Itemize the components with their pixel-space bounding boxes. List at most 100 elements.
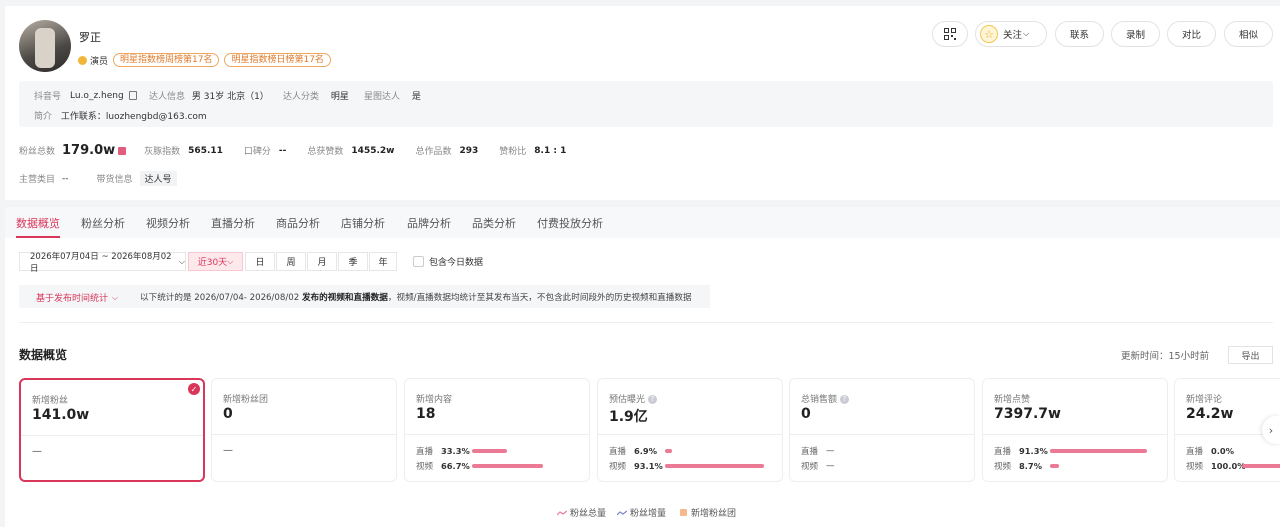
info-value: 男 31岁 北京（1） xyxy=(191,92,269,102)
row-percent: 6.9% xyxy=(634,446,658,456)
live-row: 直播 — xyxy=(801,445,835,457)
similar-button[interactable]: 相似 xyxy=(1224,21,1273,47)
goods-value: 达人号 xyxy=(139,171,177,186)
card-estimated-exposure[interactable]: 预估曝光 ? 1.9亿 直播 6.9% 视频 93.1% xyxy=(597,378,783,482)
recent-30-days[interactable]: 近30天 ⌵ xyxy=(188,252,243,271)
period-week[interactable]: 周 xyxy=(276,252,306,271)
card-divider xyxy=(405,434,589,435)
card-divider xyxy=(983,434,1167,435)
period-quarter[interactable]: 季 xyxy=(338,252,368,271)
live-row: 直播 33.3% xyxy=(416,445,507,457)
export-button[interactable]: 导出 xyxy=(1228,346,1273,364)
card-title: 总销售额 xyxy=(801,395,838,405)
tab-paid[interactable]: 付费投放分析 xyxy=(537,215,603,231)
stat-basis-dropdown[interactable]: 基于发布时间统计 ⌵ xyxy=(36,291,118,305)
row-percent: 33.3% xyxy=(441,446,470,456)
include-today-checkbox[interactable]: 包含今日数据 xyxy=(413,255,483,268)
card-total-sales[interactable]: 总销售额 ? 0 直播 — 视频 — xyxy=(789,378,975,482)
card-divider xyxy=(212,434,396,435)
tab-overview[interactable]: 数据概览 xyxy=(16,215,60,231)
tab-brand[interactable]: 品牌分析 xyxy=(407,215,451,231)
card-title: 新增点赞 xyxy=(994,395,1031,405)
trend-icon[interactable] xyxy=(118,146,127,155)
legend-fans-total[interactable]: 粉丝总量 xyxy=(557,506,606,519)
copy-icon[interactable] xyxy=(128,91,137,100)
compare-button[interactable]: 对比 xyxy=(1167,21,1216,47)
fans-label: 粉丝总数 xyxy=(19,147,56,157)
tab-live[interactable]: 直播分析 xyxy=(211,215,255,231)
legend-fan-club[interactable]: 新增粉丝团 xyxy=(680,506,736,519)
card-value: 18 xyxy=(416,406,436,422)
intro-value: 工作联系：luozhengbd@163.com xyxy=(60,112,207,122)
category-value: 明星 xyxy=(330,92,349,102)
update-label: 更新时间： xyxy=(1121,351,1169,362)
period-year[interactable]: 年 xyxy=(369,252,397,271)
date-range-value: 2026年07月04日 ~ 2026年08月02日 xyxy=(30,251,172,274)
legend-fans-increase[interactable]: 粉丝增量 xyxy=(617,506,666,519)
row-percent: 66.7% xyxy=(441,461,470,471)
video-row: 视频 66.7% xyxy=(416,460,543,472)
period-day[interactable]: 日 xyxy=(245,252,275,271)
tab-goods[interactable]: 商品分析 xyxy=(276,215,320,231)
tab-shop[interactable]: 店铺分析 xyxy=(341,215,385,231)
card-title-row: 预估曝光 ? xyxy=(609,392,657,405)
row-bar xyxy=(472,449,507,453)
card-new-likes[interactable]: 新增点赞 7397.7w 直播 91.3% 视频 8.7% xyxy=(982,378,1168,482)
help-icon[interactable]: ? xyxy=(647,395,657,404)
period-month[interactable]: 月 xyxy=(307,252,337,271)
contact-button[interactable]: 联系 xyxy=(1055,21,1104,47)
works-value: 293 xyxy=(459,145,479,156)
profile-role-row: 演员 明星指数榜周榜第17名 明星指数榜日榜第17名 xyxy=(78,53,331,67)
live-row: 直播 6.9% xyxy=(609,445,672,457)
row-percent: 100.0% xyxy=(1211,461,1246,471)
follow-button[interactable]: ☆ 关注 ⌵ xyxy=(975,21,1047,47)
row-label: 直播 xyxy=(994,447,1012,457)
info-box xyxy=(19,81,1273,127)
card-divider xyxy=(21,435,203,436)
help-icon[interactable]: ? xyxy=(839,395,849,404)
row-percent: — xyxy=(826,461,835,471)
card-divider xyxy=(598,434,782,435)
bar-legend-icon xyxy=(680,509,687,516)
grey-index-label: 灰豚指数 xyxy=(144,147,181,157)
likes-label: 总获赞数 xyxy=(307,147,344,157)
card-value: 24.2w xyxy=(1186,406,1234,422)
chevron-down-icon: ⌵ xyxy=(1023,29,1030,38)
avatar[interactable] xyxy=(19,20,71,72)
rank-tag-day[interactable]: 明星指数榜日榜第17名 xyxy=(224,53,331,67)
card-new-fan-club[interactable]: 新增粉丝团 0 — xyxy=(211,378,397,482)
qrcode-icon xyxy=(944,28,956,40)
row-label: 直播 xyxy=(801,447,819,457)
category-info-row: 主营类目 -- 带货信息 达人号 xyxy=(19,171,177,186)
section-title: 数据概览 xyxy=(19,348,68,362)
card-new-content[interactable]: 新增内容 18 直播 33.3% 视频 66.7% xyxy=(404,378,590,482)
live-row: 直播 0.0% xyxy=(1186,445,1242,457)
row-percent: 8.7% xyxy=(1019,461,1043,471)
tab-fans[interactable]: 粉丝分析 xyxy=(81,215,125,231)
info-row: 达人信息 男 31岁 北京（1） xyxy=(149,89,269,102)
row-percent: 91.3% xyxy=(1019,446,1048,456)
video-row: 视频 100.0% xyxy=(1186,460,1280,472)
star-label: 星图达人 xyxy=(364,92,401,102)
tab-category[interactable]: 品类分析 xyxy=(472,215,516,231)
stats-row: 粉丝总数 179.0w 灰豚指数 565.11 口碑分 -- 总获赞数 1455… xyxy=(19,143,566,158)
row-percent: — xyxy=(826,446,835,456)
star-icon: ☆ xyxy=(980,25,998,43)
intro-row: 简介 工作联系：luozhengbd@163.com xyxy=(34,109,207,122)
row-label: 直播 xyxy=(1186,447,1204,457)
card-empty: — xyxy=(223,445,233,456)
qrcode-button[interactable] xyxy=(932,21,968,47)
card-value: 141.0w xyxy=(32,407,90,423)
rank-tag-week[interactable]: 明星指数榜周榜第17名 xyxy=(113,53,220,67)
card-value: 1.9亿 xyxy=(609,409,648,425)
row-label: 视频 xyxy=(994,462,1012,472)
stat-note-bold: 发布的视频和直播数据 xyxy=(301,293,388,303)
row-bar xyxy=(665,464,764,468)
tab-video[interactable]: 视频分析 xyxy=(146,215,190,231)
row-bar xyxy=(1050,449,1147,453)
date-range-picker[interactable]: 2026年07月04日 ~ 2026年08月02日 ⌵ xyxy=(19,251,186,274)
recent-label: 近30天 xyxy=(197,258,228,268)
record-button[interactable]: 录制 xyxy=(1111,21,1160,47)
card-new-fans[interactable]: 新增粉丝 141.0w ✓ — xyxy=(19,378,205,482)
tab-bar xyxy=(5,207,1280,238)
